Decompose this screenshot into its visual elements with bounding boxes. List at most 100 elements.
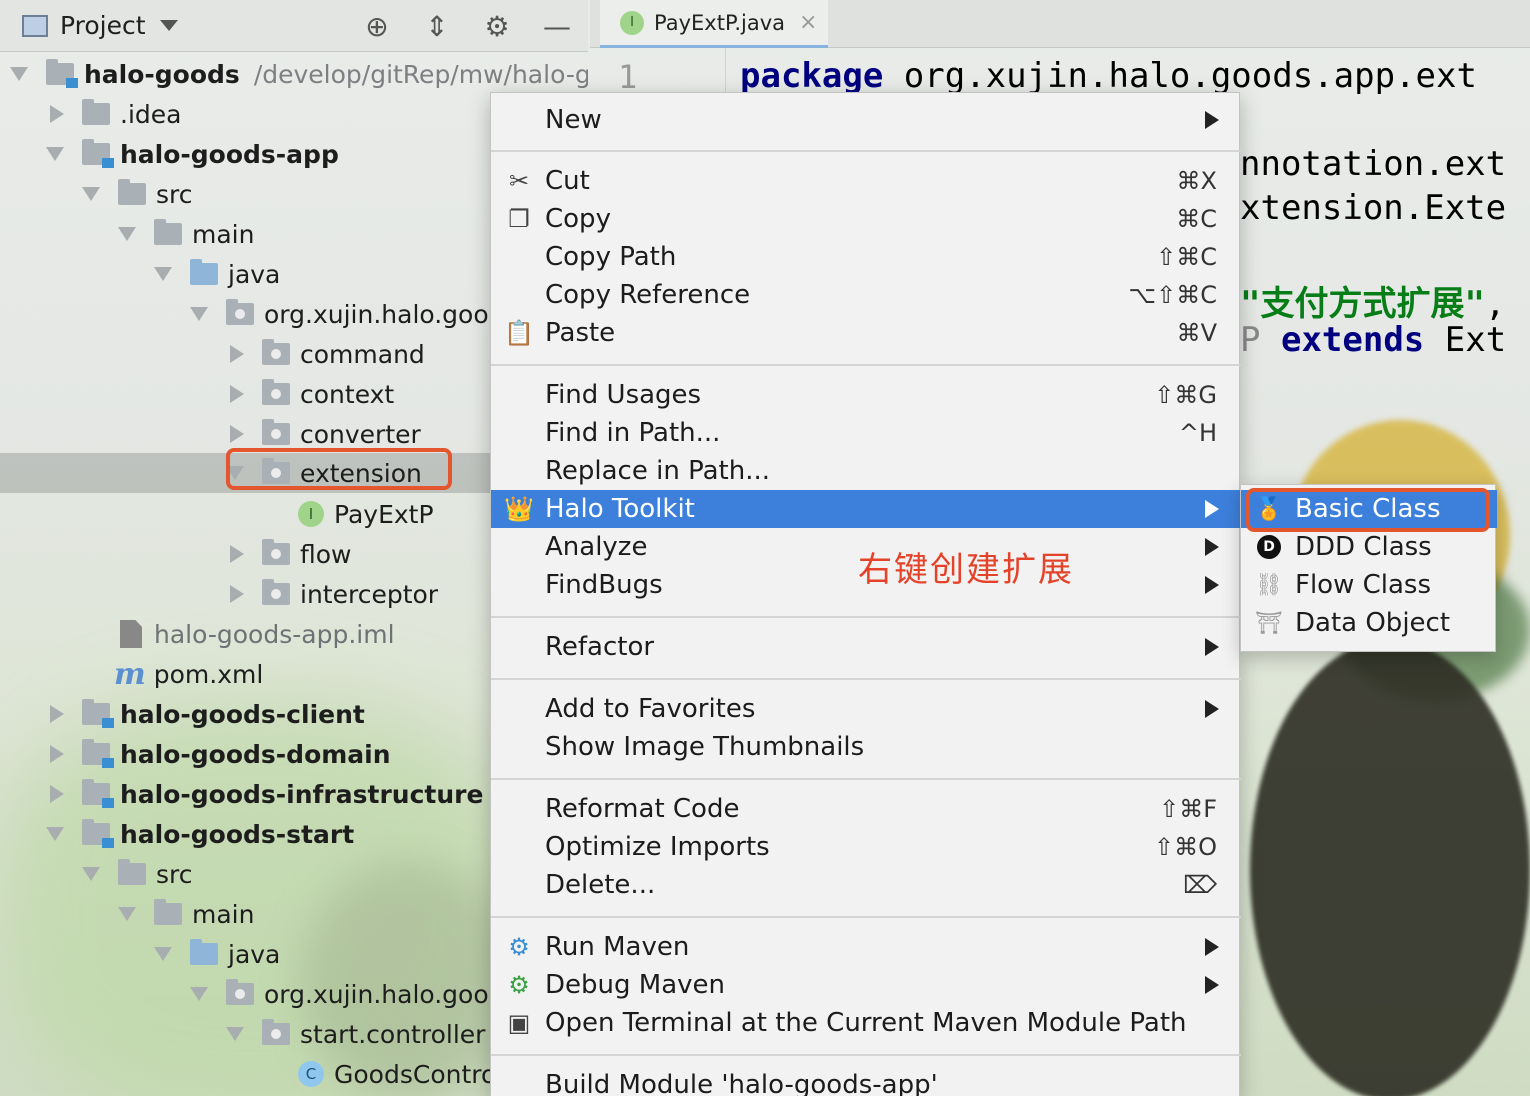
collapsed-arrow-icon[interactable] (50, 745, 64, 763)
menu-item-label: Analyze (545, 532, 648, 562)
collapsed-arrow-icon[interactable] (50, 705, 64, 723)
submenu-item-data-object[interactable]: ⛩ Data Object (1241, 604, 1497, 642)
expand-arrow-icon[interactable] (226, 1027, 244, 1041)
code-line[interactable]: nnotation.ext (1240, 144, 1506, 184)
menu-separator (491, 678, 1241, 680)
menu-item-replace-in-path[interactable]: Replace in Path... (491, 452, 1241, 490)
flow-icon: ⛓ (1255, 572, 1283, 598)
tab-payextp[interactable]: I PayExtP.java × (600, 0, 828, 48)
submenu-item-ddd-class[interactable]: D DDD Class (1241, 528, 1497, 566)
shortcut-label: ⇧⌘C (1156, 243, 1217, 271)
menu-item-find-in-path[interactable]: Find in Path... ^H (491, 414, 1241, 452)
code-line[interactable]: "支付方式扩展", (1240, 276, 1505, 325)
menu-item-label: Find in Path... (545, 418, 721, 448)
annotation-highlight-box (226, 448, 452, 490)
close-icon[interactable]: × (799, 10, 817, 35)
shortcut-label: ⌘X (1176, 167, 1217, 195)
expand-arrow-icon[interactable] (154, 947, 172, 961)
menu-item-copy-path[interactable]: Copy Path ⇧⌘C (491, 238, 1241, 276)
module-path: /develop/gitRep/mw/halo-goo (253, 59, 588, 89)
collapsed-arrow-icon[interactable] (230, 585, 244, 603)
menu-separator (491, 150, 1241, 152)
tree-item-halo-goods[interactable]: halo-goods /develop/gitRep/mw/halo-goo (0, 54, 588, 94)
menu-separator (491, 778, 1241, 780)
tree-item-label: flow (300, 539, 352, 569)
collapsed-arrow-icon[interactable] (230, 425, 244, 443)
project-view-selector[interactable]: Project (60, 11, 146, 40)
package-icon (226, 979, 254, 1005)
expand-arrow-icon[interactable] (82, 867, 100, 881)
expand-arrow-icon[interactable] (190, 307, 208, 321)
collapse-all-icon[interactable]: ⇕ (420, 8, 454, 44)
menu-item-halo-toolkit[interactable]: 👑 Halo Toolkit (491, 490, 1241, 528)
line-number: 1 (618, 58, 638, 96)
menu-item-label: Find Usages (545, 380, 702, 410)
menu-item-copy[interactable]: ❐ Copy ⌘C (491, 200, 1241, 238)
expand-arrow-icon[interactable] (190, 987, 208, 1001)
expand-arrow-icon[interactable] (10, 67, 28, 81)
collapsed-arrow-icon[interactable] (50, 105, 64, 123)
project-view-icon (22, 14, 48, 37)
menu-item-add-to-favorites[interactable]: Add to Favorites (491, 690, 1241, 728)
menu-item-cut[interactable]: ✂ Cut ⌘X (491, 162, 1241, 200)
tree-item-label: org.xujin.halo.gooc (264, 979, 503, 1009)
menu-item-open-terminal[interactable]: ▣ Open Terminal at the Current Maven Mod… (491, 1004, 1241, 1042)
module-folder-icon (82, 139, 114, 168)
tree-item-label: main (192, 899, 255, 929)
module-folder-icon (82, 779, 114, 808)
collapsed-arrow-icon[interactable] (230, 545, 244, 563)
maven-run-gear-icon: ⚙ (508, 933, 530, 961)
menu-item-label: Replace in Path... (545, 456, 770, 486)
collapsed-arrow-icon[interactable] (230, 345, 244, 363)
expand-arrow-icon[interactable] (46, 827, 64, 841)
menu-item-label: Paste (545, 318, 616, 348)
code-text: , (1484, 284, 1506, 324)
annotation-text: 右键创建扩展 (858, 550, 1074, 590)
menu-item-optimize-imports[interactable]: Optimize Imports ⇧⌘O (491, 828, 1241, 866)
gear-icon[interactable]: ⚙ (480, 8, 514, 44)
code-line[interactable]: package org.xujin.halo.goods.app.ext (740, 56, 1477, 96)
code-line[interactable]: xtension.Exte (1240, 188, 1506, 228)
menu-item-show-image-thumbnails[interactable]: Show Image Thumbnails (491, 728, 1241, 766)
menu-item-paste[interactable]: 📋 Paste ⌘V (491, 314, 1241, 352)
menu-item-build-module[interactable]: Build Module 'halo-goods-app' (491, 1066, 1241, 1096)
expand-arrow-icon[interactable] (46, 147, 64, 161)
expand-arrow-icon[interactable] (118, 227, 136, 241)
menu-item-delete[interactable]: Delete... ⌦ (491, 866, 1241, 904)
chevron-down-icon[interactable] (159, 20, 178, 31)
menu-item-reformat-code[interactable]: Reformat Code ⇧⌘F (491, 790, 1241, 828)
menu-item-copy-reference[interactable]: Copy Reference ⌥⇧⌘C (491, 276, 1241, 314)
menu-item-label: DDD Class (1295, 532, 1432, 562)
menu-item-label: Copy (545, 204, 611, 234)
collapsed-arrow-icon[interactable] (50, 785, 64, 803)
menu-item-debug-maven[interactable]: ⚙ Debug Maven (491, 966, 1241, 1004)
menu-item-label: Copy Reference (545, 280, 751, 310)
tree-item-label: halo-goods-start (120, 819, 355, 849)
menu-item-label: Run Maven (545, 932, 690, 962)
locate-target-icon[interactable]: ⊕ (360, 8, 394, 44)
collapsed-arrow-icon[interactable] (230, 385, 244, 403)
module-folder-icon (82, 739, 114, 768)
code-line[interactable]: P extends Ext (1240, 320, 1506, 360)
shortcut-label: ⌘C (1176, 205, 1217, 233)
menu-separator (491, 616, 1241, 618)
menu-item-label: Halo Toolkit (545, 494, 695, 524)
package-icon (262, 539, 290, 565)
tree-item-label: interceptor (300, 579, 439, 609)
expand-arrow-icon[interactable] (82, 187, 100, 201)
terminal-icon: ▣ (507, 1009, 531, 1037)
maven-debug-gear-icon: ⚙ (508, 971, 530, 999)
context-menu: New ✂ Cut ⌘X ❐ Copy ⌘C Copy Path ⇧⌘C Cop… (490, 92, 1241, 1096)
tree-item-label: start.controller (300, 1019, 486, 1049)
hide-panel-icon[interactable]: — (540, 8, 574, 44)
menu-item-run-maven[interactable]: ⚙ Run Maven (491, 928, 1241, 966)
menu-separator (491, 916, 1241, 918)
menu-item-find-usages[interactable]: Find Usages ⇧⌘G (491, 376, 1241, 414)
menu-item-refactor[interactable]: Refactor (491, 628, 1241, 666)
menu-item-new[interactable]: New (491, 101, 1241, 139)
tree-item-label: halo-goods-app (120, 139, 339, 169)
expand-arrow-icon[interactable] (154, 267, 172, 281)
submenu-item-flow-class[interactable]: ⛓ Flow Class (1241, 566, 1497, 604)
expand-arrow-icon[interactable] (118, 907, 136, 921)
tree-item-label: halo-goods-domain (120, 739, 391, 769)
